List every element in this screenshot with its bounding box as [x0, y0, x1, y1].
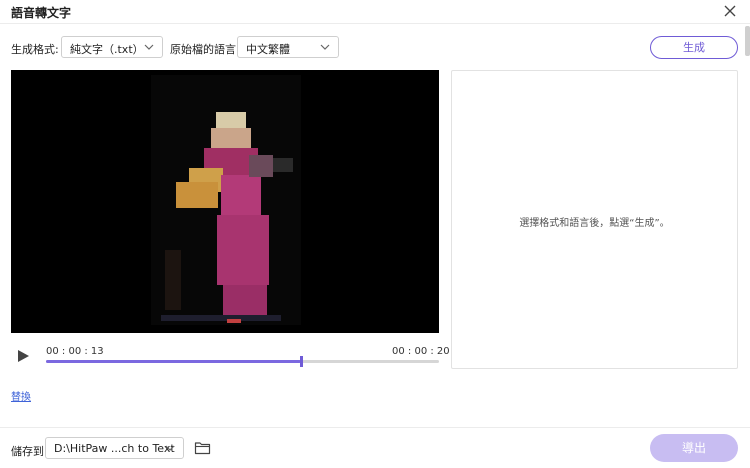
chevron-down-icon [144, 44, 154, 50]
generate-button[interactable]: 生成 [650, 36, 738, 59]
chevron-down-icon [320, 44, 330, 50]
progress-slider[interactable] [46, 356, 439, 367]
progress-fill [46, 360, 302, 363]
close-icon[interactable] [720, 1, 740, 21]
video-preview[interactable] [11, 70, 439, 333]
current-time: 00 : 00 : 13 [46, 346, 104, 357]
progress-handle[interactable] [300, 356, 304, 367]
format-select[interactable]: 純文字（.txt） [61, 36, 163, 58]
scrollbar[interactable] [745, 26, 750, 56]
transcript-panel: 選擇格式和語言後，點選“生成”。 [451, 70, 738, 369]
replace-link[interactable]: 替換 [11, 388, 31, 403]
window-title: 語音轉文字 [11, 6, 72, 20]
language-select[interactable]: 中文繁體 [237, 36, 339, 58]
export-button[interactable]: 導出 [650, 434, 738, 462]
language-label: 原始檔的語言: [170, 43, 240, 56]
play-icon[interactable] [15, 348, 31, 364]
chevron-down-icon [165, 445, 175, 451]
save-path-value: D:\HitPaw ...ch to Text [54, 442, 175, 455]
save-location-label: 儲存到: [11, 445, 48, 458]
total-time: 00 : 00 : 20 [392, 346, 450, 357]
title-bar: 語音轉文字 [0, 0, 750, 24]
format-select-value: 純文字（.txt） [70, 43, 144, 56]
language-select-value: 中文繁體 [246, 43, 290, 56]
folder-icon[interactable] [194, 440, 211, 455]
panel-hint: 選擇格式和語言後，點選“生成”。 [519, 218, 670, 229]
save-path-select[interactable]: D:\HitPaw ...ch to Text [45, 437, 184, 459]
format-label: 生成格式: [11, 43, 59, 56]
video-frame [11, 70, 439, 333]
footer-divider [0, 427, 750, 428]
